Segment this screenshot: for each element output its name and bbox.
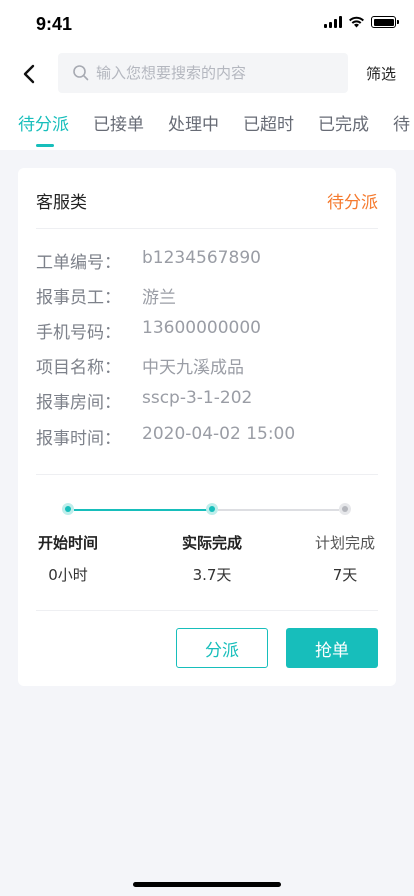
- order-category: 客服类: [36, 193, 87, 213]
- status-time: 9:41: [36, 14, 73, 34]
- field-label: 报事房间：: [36, 393, 121, 413]
- field-label: 工单编号：: [36, 253, 121, 273]
- stage-start-title: 开始时间: [37, 534, 98, 552]
- wifi-icon: [349, 16, 364, 28]
- field-phone: 手机号码： 13600000000: [36, 318, 261, 343]
- field-value: b1234567890: [142, 248, 261, 268]
- stage-planned-title: 计划完成: [314, 534, 375, 552]
- field-report-time: 报事时间： 2020-04-02 15:00: [36, 424, 295, 449]
- work-order-card[interactable]: 客服类 待分派 工单编号： b1234567890 报事员工： 游兰 手机号码：…: [18, 168, 396, 686]
- home-indicator: [133, 882, 281, 887]
- search-input[interactable]: [96, 64, 326, 82]
- progress-line-remaining: [218, 509, 339, 511]
- status-tabs: 待分派 已接单 处理中 已超时 已完成 待: [0, 110, 414, 150]
- field-order-number: 工单编号： b1234567890: [36, 248, 261, 273]
- filter-button[interactable]: 筛选: [366, 63, 396, 84]
- grab-order-button[interactable]: 抢单: [286, 628, 378, 668]
- field-label: 报事员工：: [36, 288, 121, 308]
- field-project: 项目名称： 中天九溪成品: [36, 353, 244, 378]
- stage-planned-value: 7天: [332, 566, 358, 584]
- search-icon: [73, 65, 89, 81]
- tab-accepted[interactable]: 已接单: [93, 110, 144, 135]
- battery-icon: [371, 16, 399, 28]
- progress-step-start-icon: [62, 503, 74, 515]
- nav-bar: 筛选: [0, 52, 414, 94]
- field-room: 报事房间： sscp-3-1-202: [36, 388, 252, 413]
- progress-timeline: [18, 500, 396, 520]
- progress-line-done: [74, 509, 212, 511]
- stage-start-value: 0小时: [48, 566, 88, 584]
- field-reporter: 报事员工： 游兰: [36, 283, 176, 308]
- search-bar[interactable]: [58, 53, 348, 93]
- back-arrow-icon[interactable]: [16, 60, 44, 88]
- tab-processing[interactable]: 处理中: [168, 110, 219, 135]
- stage-actual-value: 3.7天: [192, 566, 232, 584]
- field-value: 2020-04-02 15:00: [142, 424, 296, 444]
- tab-overdue[interactable]: 已超时: [243, 110, 294, 135]
- stage-actual-title: 实际完成: [181, 534, 242, 552]
- cellular-signal-icon: [324, 16, 342, 28]
- header-area: 9:41 筛选 待分派 已接单 处理中: [0, 0, 414, 150]
- field-value: 中天九溪成品: [142, 358, 244, 378]
- status-icons: [324, 16, 399, 28]
- tab-pending-assign[interactable]: 待分派: [18, 110, 69, 135]
- divider: [36, 228, 378, 229]
- order-status-badge: 待分派: [327, 193, 378, 213]
- field-value: 13600000000: [142, 318, 261, 338]
- field-label: 手机号码：: [36, 323, 121, 343]
- active-tab-indicator: [36, 144, 54, 147]
- divider: [36, 610, 378, 611]
- tab-completed[interactable]: 已完成: [318, 110, 369, 135]
- tab-partial[interactable]: 待: [393, 110, 410, 135]
- progress-step-actual-icon: [206, 503, 218, 515]
- field-label: 报事时间：: [36, 429, 121, 449]
- field-label: 项目名称：: [36, 358, 121, 378]
- progress-step-planned-icon: [339, 503, 351, 515]
- divider: [36, 474, 378, 475]
- field-value: sscp-3-1-202: [142, 388, 253, 408]
- field-value: 游兰: [142, 288, 176, 308]
- assign-button[interactable]: 分派: [176, 628, 268, 668]
- status-bar: 9:41: [0, 0, 414, 48]
